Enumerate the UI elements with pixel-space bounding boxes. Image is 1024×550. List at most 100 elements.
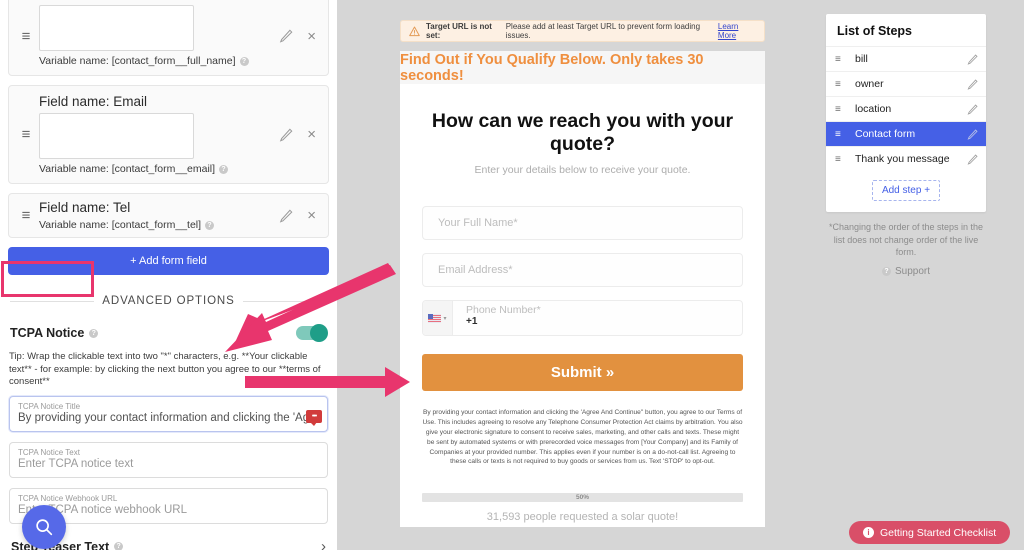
edit-pencil-icon[interactable] — [967, 53, 978, 65]
field-actions: × — [279, 127, 320, 142]
tcpa-notice-section-header: TCPA Notice ? — [0, 321, 337, 345]
phone-number-label: Phone Number* — [466, 304, 541, 316]
full-name-input[interactable]: Your Full Name* — [422, 206, 743, 240]
full-name-placeholder: Your Full Name* — [438, 217, 518, 229]
step-row-location[interactable]: ≡ location — [826, 96, 986, 121]
variable-name-label: Variable name: [contact_form__full_name] — [39, 55, 236, 67]
learn-more-link[interactable]: Learn More — [718, 22, 756, 40]
tcpa-notice-label: TCPA Notice — [10, 326, 85, 340]
steps-order-note: *Changing the order of the steps in the … — [828, 222, 984, 258]
preview-heading: How can we reach you with your quote? — [431, 110, 734, 155]
phone-text-wrap: Phone Number* +1 — [453, 301, 742, 335]
variable-name-row: Variable name: [contact_form__full_name]… — [39, 55, 279, 67]
getting-started-checklist-button[interactable]: i Getting Started Checklist — [849, 521, 1011, 544]
step-row-thank-you[interactable]: ≡ Thank you message — [826, 146, 986, 171]
field-body: Field name: Email Variable name: [contac… — [35, 94, 279, 175]
field-body: Field name: Tel Variable name: [contact_… — [35, 200, 279, 231]
getting-started-label: Getting Started Checklist — [880, 526, 997, 539]
form-field-card[interactable]: ≡ Field name: Email Variable name: [cont… — [8, 85, 329, 184]
tcpa-notice-label-wrap: TCPA Notice ? — [10, 326, 99, 340]
tcpa-notice-title-value: By providing your contact information an… — [18, 411, 319, 424]
edit-pencil-icon[interactable] — [967, 103, 978, 115]
field-name-label: Field name: Email — [39, 94, 148, 109]
field-actions: × — [279, 208, 320, 223]
drag-handle-icon[interactable]: ≡ — [835, 129, 847, 140]
drag-handle-icon[interactable]: ≡ — [17, 127, 35, 142]
drag-handle-icon[interactable]: ≡ — [835, 154, 847, 165]
edit-pencil-icon[interactable] — [967, 78, 978, 90]
advanced-options-divider: ADVANCED OPTIONS — [10, 295, 327, 307]
form-field-card[interactable]: ≡ Field name: Tel Variable name: [contac… — [8, 193, 329, 238]
edit-pencil-icon[interactable] — [279, 29, 293, 43]
variable-name-row: Variable name: [contact_form__tel] ? — [39, 219, 279, 231]
steps-panel-title: List of Steps — [837, 24, 913, 38]
progress-label: 50% — [575, 494, 589, 502]
comment-badge-icon[interactable]: ••• — [306, 409, 322, 426]
field-actions: × — [279, 29, 320, 44]
info-icon[interactable]: ? — [239, 56, 249, 66]
qualify-headline-bar: Find Out if You Qualify Below. Only take… — [400, 51, 765, 84]
edit-pencil-icon[interactable] — [967, 128, 978, 140]
tcpa-notice-title-input[interactable]: TCPA Notice Title By providing your cont… — [9, 395, 328, 432]
drag-handle-icon[interactable]: ≡ — [835, 54, 847, 65]
step-label: location — [855, 103, 892, 115]
drag-handle-icon[interactable]: ≡ — [17, 208, 35, 223]
info-icon: ? — [881, 266, 891, 276]
close-icon[interactable]: × — [307, 208, 316, 223]
zoom-search-button[interactable] — [22, 505, 66, 549]
tcpa-notice-text-input[interactable]: TCPA Notice Text Enter TCPA notice text — [9, 441, 328, 478]
edit-pencil-icon[interactable] — [967, 153, 978, 165]
add-form-field-button[interactable]: + Add form field — [8, 247, 329, 275]
chevron-right-icon[interactable]: › — [321, 539, 326, 550]
field-name-label: Field name: Tel — [39, 200, 131, 215]
drag-handle-icon[interactable]: ≡ — [835, 104, 847, 115]
info-icon[interactable]: ? — [219, 164, 229, 174]
form-field-card[interactable]: ≡ Variable name: [contact_form__full_nam… — [8, 0, 329, 76]
phone-input-row[interactable]: ▾ Phone Number* +1 — [422, 300, 743, 336]
search-icon — [36, 519, 53, 536]
add-step-wrap: Add step + — [826, 171, 986, 212]
step-row-bill[interactable]: ≡ bill — [826, 46, 986, 71]
drag-handle-icon[interactable]: ≡ — [835, 79, 847, 90]
variable-name-label: Variable name: [contact_form__email] — [39, 163, 216, 175]
add-step-button[interactable]: Add step + — [871, 180, 941, 201]
support-label: Support — [894, 265, 931, 277]
edit-pencil-icon[interactable] — [279, 209, 293, 223]
info-icon[interactable]: ? — [114, 542, 124, 550]
close-icon[interactable]: × — [307, 127, 316, 142]
step-label: owner — [855, 78, 884, 90]
info-icon[interactable]: ? — [89, 328, 99, 338]
tcpa-notice-webhook-label: TCPA Notice Webhook URL — [18, 493, 118, 503]
preview-card: Find Out if You Qualify Below. Only take… — [400, 51, 765, 527]
step-row-owner[interactable]: ≡ owner — [826, 71, 986, 96]
preview-subheading: Enter your details below to receive your… — [474, 164, 691, 176]
drag-handle-icon[interactable]: ≡ — [17, 29, 35, 44]
info-circle-icon: i — [863, 527, 874, 538]
warning-triangle-icon — [409, 26, 420, 36]
divider-line-left — [10, 300, 95, 302]
submit-button[interactable]: Submit » — [422, 354, 743, 391]
field-value-textarea[interactable] — [39, 113, 194, 159]
field-body: Variable name: [contact_form__full_name]… — [35, 5, 279, 67]
step-label: bill — [855, 53, 868, 65]
step-row-contact-form[interactable]: ≡ Contact form — [826, 121, 986, 146]
divider-line-right — [242, 300, 327, 302]
edit-pencil-icon[interactable] — [279, 128, 293, 142]
field-value-textarea[interactable] — [39, 5, 194, 51]
close-icon[interactable]: × — [307, 29, 316, 44]
tcpa-notice-text-placeholder: Enter TCPA notice text — [18, 457, 134, 470]
warning-message-text: Please add at least Target URL to preven… — [505, 22, 701, 40]
tcpa-notice-toggle[interactable] — [296, 324, 328, 342]
phone-number-value: +1 — [466, 316, 478, 328]
tcpa-notice-webhook-placeholder: Enter TCPA notice webhook URL — [18, 503, 187, 516]
email-input[interactable]: Email Address* — [422, 253, 743, 287]
country-selector[interactable]: ▾ — [423, 301, 453, 335]
advanced-options-label: ADVANCED OPTIONS — [102, 295, 235, 307]
email-placeholder: Email Address* — [438, 264, 513, 276]
step-label: Contact form — [855, 128, 916, 140]
tcpa-notice-text-label: TCPA Notice Text — [18, 447, 80, 457]
chevron-down-icon: ▾ — [443, 315, 447, 322]
support-link[interactable]: ? Support — [826, 266, 986, 277]
us-flag-icon — [428, 313, 442, 323]
info-icon[interactable]: ? — [205, 220, 215, 230]
